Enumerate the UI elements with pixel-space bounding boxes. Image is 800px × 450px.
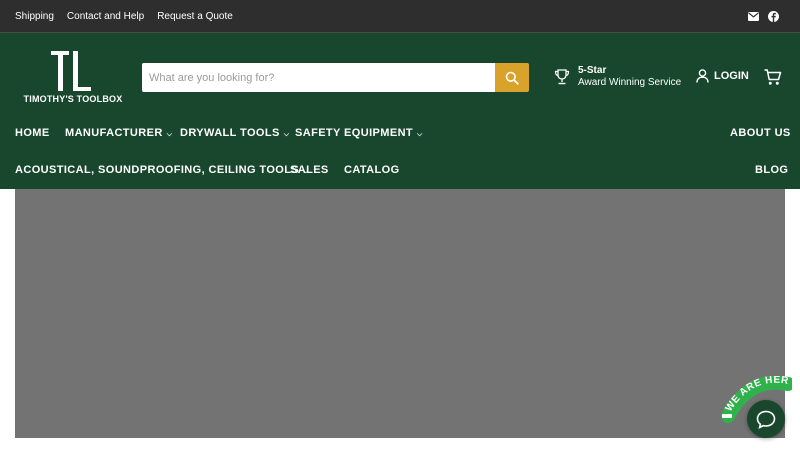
search-input[interactable] bbox=[142, 63, 495, 92]
award-badge: 5-Star Award Winning Service bbox=[553, 65, 681, 89]
cart-icon bbox=[764, 69, 782, 85]
site-logo[interactable]: TIMOTHY'S TOOLBOX bbox=[23, 51, 123, 109]
award-subtitle: Award Winning Service bbox=[578, 77, 682, 88]
contact-help-link[interactable]: Contact and Help bbox=[67, 11, 144, 22]
utility-bar: Shipping Contact and Help Request a Quot… bbox=[0, 0, 800, 33]
search-form bbox=[142, 63, 529, 92]
trophy-icon bbox=[554, 69, 570, 85]
nav-sales[interactable]: SALES bbox=[290, 160, 329, 180]
tt-logo-mark-icon bbox=[51, 51, 91, 91]
hero-banner[interactable] bbox=[15, 189, 785, 438]
chat-bubble-icon bbox=[756, 410, 776, 429]
facebook-icon[interactable] bbox=[768, 11, 779, 22]
social-links bbox=[748, 0, 779, 33]
nav-catalog[interactable]: CATALOG bbox=[344, 160, 400, 180]
main-nav-row-2: ACOUSTICAL, SOUNDPROOFING, CEILING TOOLS… bbox=[0, 160, 800, 180]
logo-text: TIMOTHY'S TOOLBOX bbox=[23, 94, 123, 104]
search-button[interactable] bbox=[495, 63, 529, 92]
nav-safety-equipment[interactable]: SAFETY EQUIPMENT ⌵ bbox=[295, 123, 423, 143]
login-label: LOGIN bbox=[714, 70, 749, 82]
search-icon bbox=[505, 71, 519, 85]
award-title: 5-Star bbox=[578, 65, 607, 76]
utility-links: Shipping Contact and Help Request a Quot… bbox=[15, 0, 233, 33]
user-icon bbox=[696, 69, 709, 83]
nav-manufacturer[interactable]: MANUFACTURER ⌵ bbox=[65, 123, 172, 143]
nav-drywall-tools[interactable]: DRYWALL TOOLS ⌵ bbox=[180, 123, 289, 143]
cart-link[interactable] bbox=[764, 69, 782, 91]
nav-acoustical[interactable]: ACOUSTICAL, SOUNDPROOFING, CEILING TOOLS… bbox=[15, 160, 309, 180]
shipping-link[interactable]: Shipping bbox=[15, 11, 54, 22]
chevron-down-icon: ⌵ bbox=[166, 130, 173, 138]
request-quote-link[interactable]: Request a Quote bbox=[157, 11, 233, 22]
login-link[interactable]: LOGIN bbox=[696, 69, 749, 83]
chevron-down-icon: ⌵ bbox=[283, 130, 290, 138]
nav-home[interactable]: HOME bbox=[15, 123, 50, 143]
mail-icon[interactable] bbox=[748, 12, 759, 21]
main-nav-row-1: HOME MANUFACTURER ⌵ DRYWALL TOOLS ⌵ SAFETY… bbox=[0, 123, 800, 143]
nav-about-us[interactable]: ABOUT US bbox=[730, 123, 791, 143]
site-header: TIMOTHY'S TOOLBOX 5-Star Award Winning S… bbox=[0, 33, 800, 189]
chat-button[interactable] bbox=[747, 400, 785, 438]
nav-blog[interactable]: BLOG bbox=[755, 160, 788, 180]
chevron-down-icon: ⌵ bbox=[417, 130, 423, 138]
